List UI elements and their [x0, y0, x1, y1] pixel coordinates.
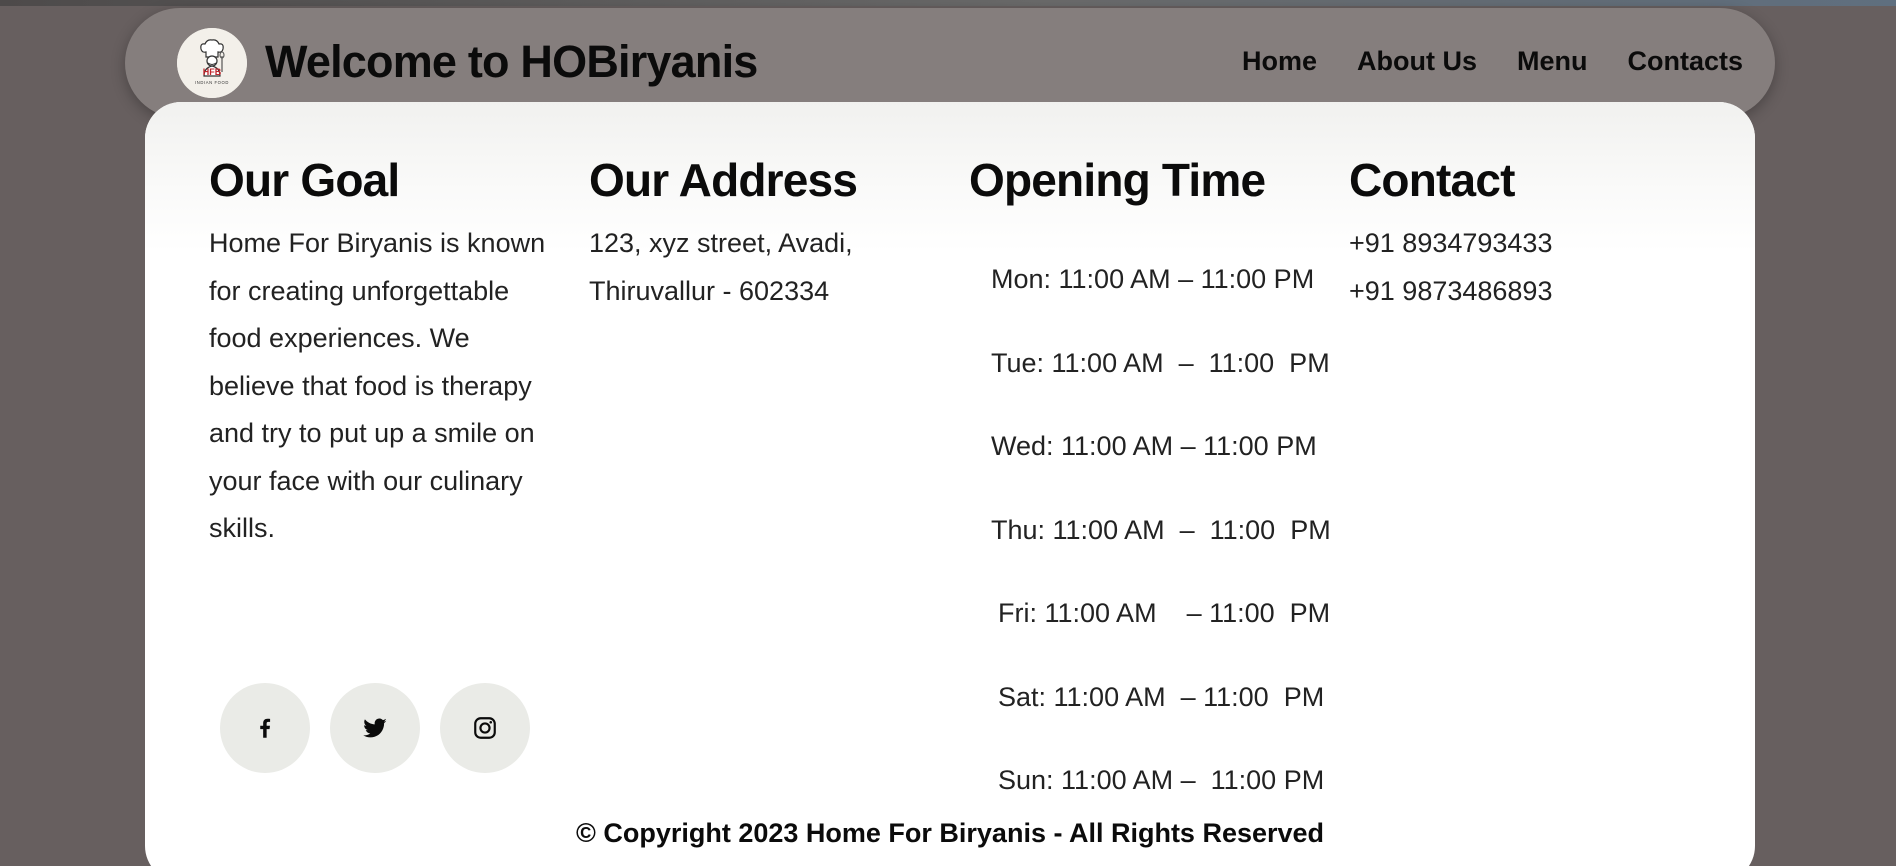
hours-thursday: Thu: 11:00 AM – 11:00 PM: [991, 514, 1331, 545]
nav-home-link[interactable]: Home: [1242, 46, 1317, 77]
phone-number[interactable]: +91 8934793433: [1349, 220, 1552, 268]
nav-contacts-link[interactable]: Contacts: [1627, 46, 1743, 77]
top-strip: [0, 0, 1896, 6]
hours-monday: Mon: 11:00 AM – 11:00 PM: [991, 264, 1315, 294]
address-section: Our Address 123, xyz street, Avadi, Thir…: [589, 154, 858, 315]
instagram-icon: [474, 717, 496, 739]
nav-menu-link[interactable]: Menu: [1517, 46, 1588, 77]
main-nav: Home About Us Menu Contacts: [1242, 46, 1743, 77]
hours-wednesday: Wed: 11:00 AM – 11:00 PM: [991, 431, 1317, 461]
site-logo[interactable]: HFB INDIAN FOOD: [177, 28, 247, 98]
contact-heading: Contact: [1349, 154, 1515, 206]
opening-time-section: Opening Time Mon: 11:00 AM – 11:00 PM Tu…: [969, 154, 1331, 841]
opening-time-heading: Opening Time: [969, 154, 1266, 206]
address-line: 123, xyz street, Avadi,: [589, 228, 853, 258]
contact-section: Contact +91 8934793433 +91 9873486893: [1349, 154, 1552, 315]
address-line: Thiruvallur - 602334: [589, 275, 830, 306]
twitter-icon: [363, 718, 387, 738]
facebook-button[interactable]: [220, 683, 310, 773]
nav-about-us-link[interactable]: About Us: [1357, 46, 1477, 77]
hours-sunday: Sun: 11:00 AM – 11:00 PM: [998, 765, 1325, 795]
goal-heading: Our Goal: [209, 154, 400, 206]
hours-tuesday: Tue: 11:00 AM – 11:00 PM: [991, 347, 1330, 378]
hours-friday: Fri: 11:00 AM – 11:00 PM: [998, 598, 1331, 628]
hours-saturday: Sat: 11:00 AM – 11:00 PM: [998, 681, 1325, 712]
svg-text:INDIAN FOOD: INDIAN FOOD: [195, 80, 229, 85]
phone-number[interactable]: +91 9873486893: [1349, 268, 1552, 316]
twitter-button[interactable]: [330, 683, 420, 773]
instagram-button[interactable]: [440, 683, 530, 773]
footer-card: Our Goal Home For Biryanis is known for …: [145, 102, 1755, 866]
facebook-icon: [260, 718, 271, 738]
social-links: [220, 683, 530, 773]
chef-logo-icon: HFB INDIAN FOOD: [177, 28, 247, 98]
svg-text:HFB: HFB: [203, 67, 222, 77]
address-heading: Our Address: [589, 154, 858, 206]
goal-section: Our Goal Home For Biryanis is known for …: [209, 154, 559, 553]
site-title: Welcome to HOBiryanis: [265, 36, 758, 87]
copyright-text: © Copyright 2023 Home For Biryanis - All…: [575, 818, 1325, 848]
goal-text: Home For Biryanis is known for creating …: [209, 228, 546, 543]
